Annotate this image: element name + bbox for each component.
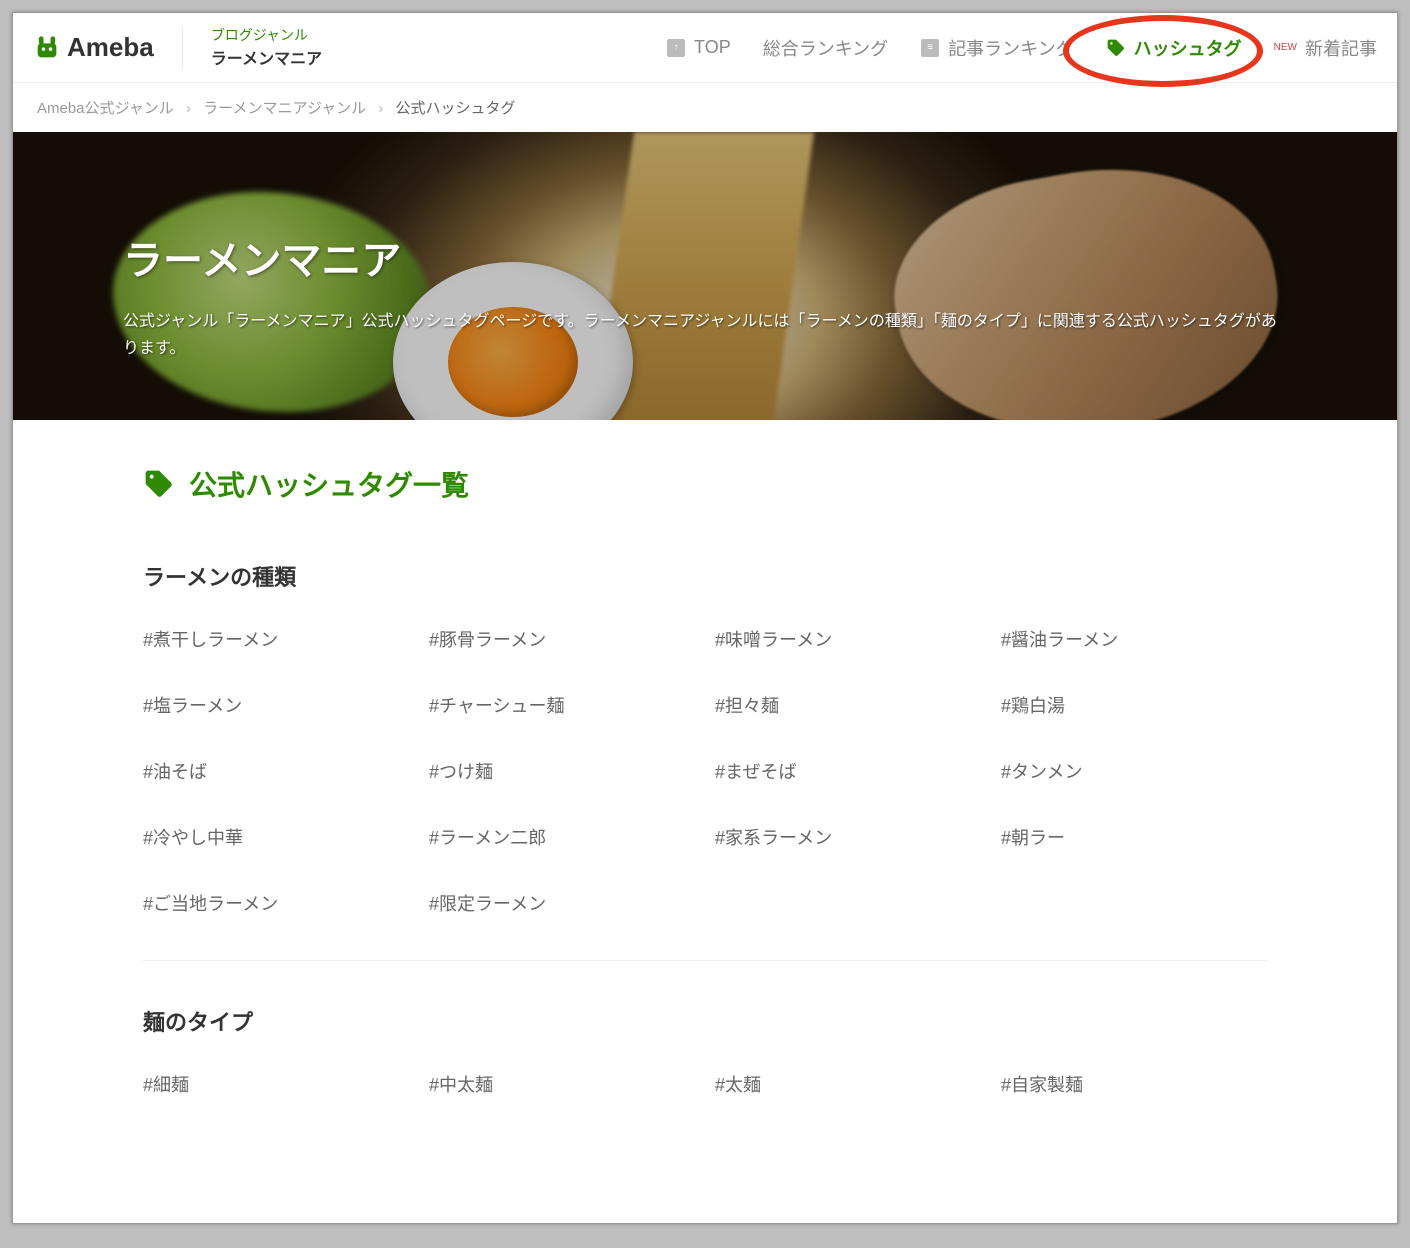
hashtag-link[interactable]: #家系ラーメン <box>715 824 981 850</box>
list-icon: ≡ <box>920 38 940 58</box>
hashtag-link[interactable]: #塩ラーメン <box>143 692 409 718</box>
tag-grid: #細麺 #中太麺 #太麺 #自家製麺 <box>143 1071 1267 1097</box>
nav-overall-ranking[interactable]: 総合ランキング <box>763 35 888 61</box>
hashtag-link[interactable]: #自家製麺 <box>1001 1071 1267 1097</box>
brand-name: Ameba <box>67 32 154 63</box>
hashtag-link[interactable]: #まぜそば <box>715 758 981 784</box>
main-nav: ↑ TOP 総合ランキング ≡ 記事ランキング ハッシュタグ NEW <box>666 35 1377 61</box>
section-title-text: 公式ハッシュタグ一覧 <box>189 464 469 504</box>
nav-article-ranking-label: 記事ランキング <box>948 35 1073 61</box>
genre-block: ブログジャンル ラーメンマニア <box>211 26 322 68</box>
hashtag-link[interactable]: #つけ麺 <box>429 758 695 784</box>
tag-icon <box>143 468 175 500</box>
nav-overall-ranking-label: 総合ランキング <box>763 35 888 61</box>
nav-new-article[interactable]: NEW 新着記事 <box>1274 35 1377 61</box>
hashtag-link[interactable]: #タンメン <box>1001 758 1267 784</box>
new-badge: NEW <box>1274 42 1297 53</box>
breadcrumb-item-2[interactable]: ラーメンマニアジャンル <box>203 100 366 117</box>
hashtag-link[interactable]: #味噌ラーメン <box>715 626 981 652</box>
breadcrumb-current: 公式ハッシュタグ <box>396 100 516 117</box>
hashtag-link[interactable]: #担々麺 <box>715 692 981 718</box>
main-content: 公式ハッシュタグ一覧 ラーメンの種類 #煮干しラーメン #豚骨ラーメン #味噌ラーメン… <box>13 420 1397 1185</box>
hero-title: ラーメンマニア <box>123 228 1287 286</box>
hashtag-link[interactable]: #朝ラー <box>1001 824 1267 850</box>
top-icon: ↑ <box>666 38 686 58</box>
hashtag-link[interactable]: #チャーシュー麺 <box>429 692 695 718</box>
hashtag-link[interactable]: #醤油ラーメン <box>1001 626 1267 652</box>
hero-content: ラーメンマニア 公式ジャンル「ラーメンマニア」公式ハッシュタグページです。ラーメ… <box>123 228 1287 362</box>
nav-hashtag[interactable]: ハッシュタグ <box>1106 35 1242 61</box>
nav-article-ranking[interactable]: ≡ 記事ランキング <box>920 35 1073 61</box>
category-title: ラーメンの種類 <box>143 560 1267 592</box>
tag-icon <box>1106 38 1126 58</box>
ameba-mascot-icon <box>33 34 61 62</box>
breadcrumb-sep: › <box>186 100 191 117</box>
nav-top-label: TOP <box>694 37 731 58</box>
nav-new-article-label: 新着記事 <box>1305 35 1377 61</box>
hashtag-link[interactable]: #細麺 <box>143 1071 409 1097</box>
vertical-divider <box>182 26 183 70</box>
hero-description: 公式ジャンル「ラーメンマニア」公式ハッシュタグページです。ラーメンマニアジャンル… <box>123 308 1287 362</box>
breadcrumb: Ameba公式ジャンル › ラーメンマニアジャンル › 公式ハッシュタグ <box>13 83 1397 132</box>
hashtag-link[interactable]: #ご当地ラーメン <box>143 890 409 916</box>
section-title: 公式ハッシュタグ一覧 <box>143 464 1267 504</box>
hashtag-link[interactable]: #ラーメン二郎 <box>429 824 695 850</box>
tag-grid: #煮干しラーメン #豚骨ラーメン #味噌ラーメン #醤油ラーメン #塩ラーメン #チャーシ… <box>143 626 1267 916</box>
divider <box>143 960 1267 961</box>
hashtag-link[interactable]: #太麺 <box>715 1071 981 1097</box>
hashtag-link[interactable]: #冷やし中華 <box>143 824 409 850</box>
hashtag-link[interactable]: #煮干しラーメン <box>143 626 409 652</box>
category-title: 麺のタイプ <box>143 1005 1267 1037</box>
nav-hashtag-label: ハッシュタグ <box>1134 35 1242 61</box>
ameba-logo[interactable]: Ameba <box>33 32 154 63</box>
hashtag-link[interactable]: #限定ラーメン <box>429 890 695 916</box>
nav-top[interactable]: ↑ TOP <box>666 37 731 58</box>
header-bar: Ameba ブログジャンル ラーメンマニア ↑ TOP 総合ランキング ≡ <box>13 13 1397 83</box>
hashtag-link[interactable]: #油そば <box>143 758 409 784</box>
genre-name: ラーメンマニア <box>211 45 322 69</box>
hero-banner: ラーメンマニア 公式ジャンル「ラーメンマニア」公式ハッシュタグページです。ラーメ… <box>13 132 1397 420</box>
hashtag-link[interactable]: #鶏白湯 <box>1001 692 1267 718</box>
hashtag-link[interactable]: #中太麺 <box>429 1071 695 1097</box>
genre-label: ブログジャンル <box>211 26 322 44</box>
breadcrumb-item-1[interactable]: Ameba公式ジャンル <box>37 100 174 117</box>
breadcrumb-sep: › <box>378 100 383 117</box>
logo-block: Ameba ブログジャンル ラーメンマニア <box>33 26 322 70</box>
hashtag-link[interactable]: #豚骨ラーメン <box>429 626 695 652</box>
